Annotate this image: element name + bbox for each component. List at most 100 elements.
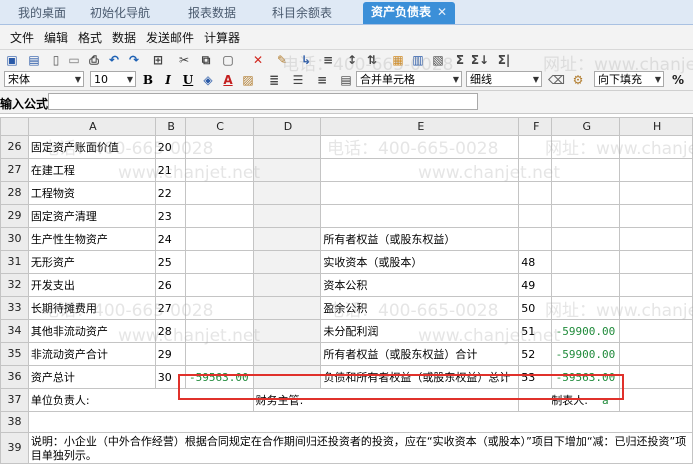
cell-line-no-right[interactable]	[518, 181, 553, 205]
row-header[interactable]: 30	[0, 227, 29, 251]
cell-equity-item[interactable]	[320, 158, 520, 182]
cell-line-no[interactable]: 28	[154, 319, 186, 343]
clipboard-icon[interactable]: ▥	[410, 52, 426, 68]
tab-report-data[interactable]: 报表数据	[188, 4, 236, 22]
cell-blank[interactable]	[619, 319, 693, 343]
undo-icon[interactable]: ↶	[106, 52, 122, 68]
cell-item-name[interactable]: 无形资产	[27, 250, 156, 274]
cell-preparer[interactable]: 制表人: a	[518, 388, 621, 412]
fill-down-select[interactable]: 向下填充 ▼	[594, 71, 664, 87]
cell-blank[interactable]	[619, 204, 693, 228]
cell-amount-right[interactable]	[551, 181, 621, 205]
cell-amount-right[interactable]	[551, 158, 621, 182]
row-header[interactable]: 29	[0, 204, 29, 228]
sum-icon[interactable]: Σ	[452, 52, 468, 68]
column-header[interactable]: C	[184, 117, 254, 136]
cell-amount[interactable]	[184, 204, 254, 228]
save-as-icon[interactable]: ▤	[26, 52, 42, 68]
column-header[interactable]: E	[320, 117, 520, 136]
cell-blank[interactable]	[619, 181, 693, 205]
align-left-icon[interactable]: ≣	[266, 72, 282, 88]
cell-amount[interactable]	[184, 319, 254, 343]
grid-icon[interactable]: ⊞	[150, 52, 166, 68]
sum-down-icon[interactable]: Σ↓	[470, 52, 490, 68]
cell-amount[interactable]	[184, 296, 254, 320]
cell-blank[interactable]	[619, 296, 693, 320]
cell-equity-item[interactable]: 所有者权益（或股东权益）合计	[320, 342, 520, 366]
cell-equity-item[interactable]: 负债和所有者权益（或股东权益）总计	[320, 365, 520, 389]
row-header[interactable]: 35	[0, 342, 29, 366]
cell-blank[interactable]	[619, 342, 693, 366]
cell-item-name[interactable]: 固定资产清理	[27, 204, 156, 228]
underline-icon[interactable]: U	[180, 72, 196, 88]
table-icon[interactable]: ▧	[430, 52, 446, 68]
cell-amount-right[interactable]	[551, 204, 621, 228]
cell-blank[interactable]	[252, 135, 322, 159]
print-icon[interactable]: ⎙	[86, 52, 102, 68]
cell-blank[interactable]	[252, 158, 322, 182]
row-header[interactable]: 38	[0, 411, 29, 433]
cell-line-no-right[interactable]	[518, 204, 553, 228]
cell-equity-item[interactable]: 未分配利润	[320, 319, 520, 343]
cell-line-no-right[interactable]	[518, 135, 553, 159]
cell-line-no[interactable]: 23	[154, 204, 186, 228]
border-style-select[interactable]: 细线 ▼	[466, 71, 542, 87]
column-header[interactable]: G	[551, 117, 621, 136]
column-header[interactable]: B	[154, 117, 186, 136]
cell-blank[interactable]	[252, 204, 322, 228]
cell-amount[interactable]	[184, 342, 254, 366]
cell-amount-right[interactable]: -59900.00	[551, 342, 621, 366]
format-painter-icon[interactable]: ✎	[274, 52, 290, 68]
cell-blank[interactable]	[619, 227, 693, 251]
cell-blank[interactable]	[252, 365, 322, 389]
cell-equity-item[interactable]	[320, 181, 520, 205]
cell-blank[interactable]	[619, 388, 693, 412]
cell-line-no[interactable]: 22	[154, 181, 186, 205]
sum-column-icon[interactable]: Σ|	[494, 52, 514, 68]
page-setup-icon[interactable]: ▭	[66, 52, 82, 68]
cell-blank[interactable]	[619, 135, 693, 159]
cell-total-liabilities-equity[interactable]: -59563.00	[551, 365, 621, 389]
cell-amount-right[interactable]	[551, 250, 621, 274]
cell-blank[interactable]	[252, 273, 322, 297]
cell-line-no-right[interactable]: 53	[518, 365, 553, 389]
save-icon[interactable]: ▣	[4, 52, 20, 68]
column-header[interactable]: F	[518, 117, 553, 136]
menu-format[interactable]: 格式	[78, 29, 102, 46]
cell-line-no-right[interactable]: 50	[518, 296, 553, 320]
menu-calculator[interactable]: 计算器	[204, 29, 240, 46]
cell-finance-head[interactable]: 财务主管:	[252, 388, 520, 412]
cell-equity-item[interactable]: 所有者权益（或股东权益）	[320, 227, 520, 251]
justify-icon[interactable]: ▤	[338, 72, 354, 88]
cell-item-name[interactable]: 固定资产账面价值	[27, 135, 156, 159]
column-header[interactable]: A	[27, 117, 156, 136]
tab-init-guide[interactable]: 初始化导航	[90, 4, 150, 22]
column-header[interactable]: H	[619, 117, 693, 136]
cell-item-name[interactable]: 非流动资产合计	[27, 342, 156, 366]
cell-total-assets[interactable]: -59563.00	[184, 365, 254, 389]
cell-amount-right[interactable]	[551, 227, 621, 251]
row-header[interactable]: 26	[0, 135, 29, 159]
settings-icon[interactable]: ⚙	[570, 72, 586, 88]
fill-color-icon[interactable]: ◈	[200, 72, 216, 88]
copy-icon[interactable]: ⧉	[198, 52, 214, 68]
cell-line-no-right[interactable]	[518, 158, 553, 182]
cell-line-no-right[interactable]: 49	[518, 273, 553, 297]
menu-data[interactable]: 数据	[112, 29, 136, 46]
close-icon[interactable]: ✕	[437, 5, 447, 19]
cell-amount-right[interactable]	[551, 273, 621, 297]
cell-blank[interactable]	[619, 158, 693, 182]
cell-line-no-right[interactable]: 51	[518, 319, 553, 343]
cell-line-no[interactable]: 25	[154, 250, 186, 274]
cell-amount[interactable]	[184, 227, 254, 251]
copy-sheet-icon[interactable]: ▦	[390, 52, 406, 68]
font-family-select[interactable]: 宋体 ▼	[4, 71, 84, 87]
cell-line-no-right[interactable]: 52	[518, 342, 553, 366]
cell-line-no[interactable]: 20	[154, 135, 186, 159]
menu-send-mail[interactable]: 发送邮件	[146, 29, 194, 46]
cell-amount[interactable]	[184, 250, 254, 274]
cell-line-no[interactable]: 29	[154, 342, 186, 366]
row-header[interactable]: 39	[0, 432, 29, 464]
row-header[interactable]: 37	[0, 388, 29, 412]
align-right-icon[interactable]: ≡	[314, 72, 330, 88]
